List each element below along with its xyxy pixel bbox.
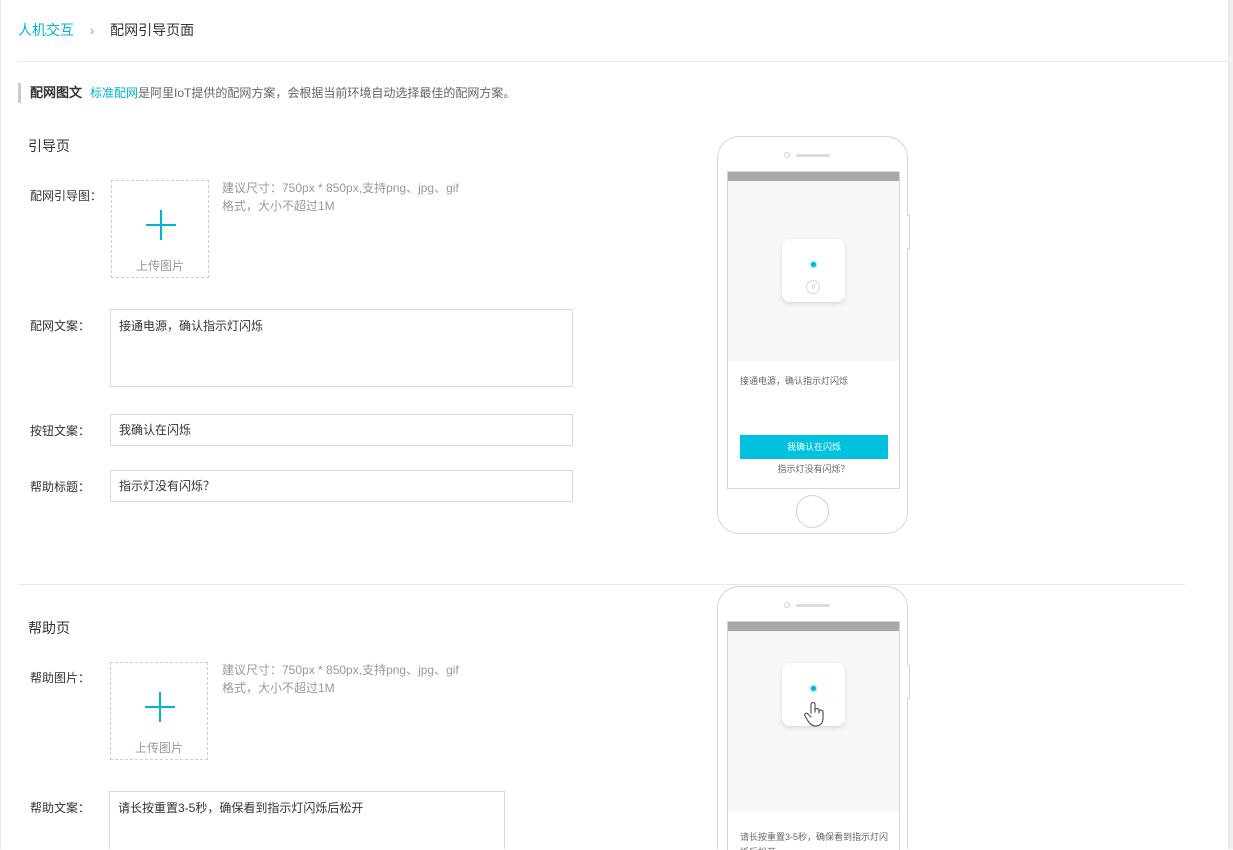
led-indicator-icon: [811, 686, 816, 691]
preview-guide-text: 接通电源，确认指示灯闪烁: [740, 376, 849, 386]
guide-image-uploader[interactable]: 上传图片: [111, 180, 209, 278]
section-description: 是阿里IoT提供的配网方案，会根据当前环境自动选择最佳的配网方案。: [138, 86, 516, 100]
scrollbar-track[interactable]: [1228, 0, 1233, 849]
status-bar: [728, 622, 899, 631]
phone-screen: 接通电源，确认指示灯闪烁 我确认在闪烁 指示灯没有闪烁？: [727, 171, 900, 489]
guide-image-label: 配网引导图：: [30, 189, 103, 203]
left-border: [0, 0, 1, 849]
device-illustration: [782, 239, 845, 302]
chevron-right-icon: ›: [89, 23, 95, 38]
guide-image-hint: 建议尺寸：750px * 850px,支持png、jpg、gif格式，大小不超过…: [222, 181, 459, 213]
help-title-label: 帮助标题：: [30, 480, 91, 494]
phone-side-button: [907, 215, 910, 249]
divider: [18, 61, 1228, 62]
help-phone-preview: 请长按重置3-5秒，确保看到指示灯闪烁后松开: [717, 586, 910, 850]
help-title-input[interactable]: 指示灯没有闪烁？: [110, 470, 573, 502]
section-title: 配网图文: [30, 85, 83, 100]
status-bar: [728, 172, 899, 181]
standard-network-link[interactable]: 标准配网: [90, 86, 138, 100]
help-image-preview: [728, 631, 899, 811]
guide-copy-label: 配网文案：: [30, 319, 91, 333]
help-image-hint: 建议尺寸：750px * 850px,支持png、jpg、gif格式，大小不超过…: [222, 663, 459, 695]
button-copy-label: 按钮文案：: [30, 424, 91, 438]
phone-home-button: [796, 495, 829, 528]
divider: [18, 584, 1185, 585]
preview-help-link[interactable]: 指示灯没有闪烁？: [728, 462, 899, 475]
phone-speaker: [796, 604, 830, 607]
breadcrumb: 人机交互 › 配网引导页面: [18, 20, 194, 41]
guide-copy-textarea[interactable]: 接通电源，确认指示灯闪烁: [110, 309, 573, 387]
device-illustration: [782, 663, 845, 727]
upload-text: 上传图片: [135, 259, 184, 273]
guide-image-preview: [728, 181, 899, 361]
help-image-uploader[interactable]: 上传图片: [110, 662, 208, 760]
breadcrumb-current: 配网引导页面: [110, 22, 195, 38]
phone-speaker: [796, 154, 830, 157]
preview-confirm-button[interactable]: 我确认在闪烁: [740, 435, 888, 459]
help-copy-textarea[interactable]: 请长按重置3-5秒，确保看到指示灯闪烁后松开: [109, 791, 505, 849]
help-copy-label: 帮助文案：: [30, 801, 91, 815]
phone-screen: 请长按重置3-5秒，确保看到指示灯闪烁后松开: [727, 621, 900, 850]
section-header: 配网图文 标准配网是阿里IoT提供的配网方案，会根据当前环境自动选择最佳的配网方案…: [18, 83, 515, 103]
preview-help-text: 请长按重置3-5秒，确保看到指示灯闪烁后松开: [740, 832, 889, 850]
phone-camera: [784, 602, 790, 608]
help-page-title: 帮助页: [28, 620, 70, 636]
phone-side-button: [907, 665, 910, 699]
hand-pointer-icon: [804, 701, 824, 727]
guide-page-title: 引导页: [28, 138, 70, 154]
phone-camera: [784, 152, 790, 158]
guide-phone-preview: 接通电源，确认指示灯闪烁 我确认在闪烁 指示灯没有闪烁？: [717, 136, 910, 534]
upload-text: 上传图片: [134, 741, 183, 755]
button-copy-input[interactable]: 我确认在闪烁: [110, 414, 573, 446]
led-indicator-icon: [811, 262, 816, 267]
power-icon: [806, 280, 820, 294]
help-image-label: 帮助图片：: [30, 671, 91, 685]
breadcrumb-link-hci[interactable]: 人机交互: [18, 22, 74, 38]
